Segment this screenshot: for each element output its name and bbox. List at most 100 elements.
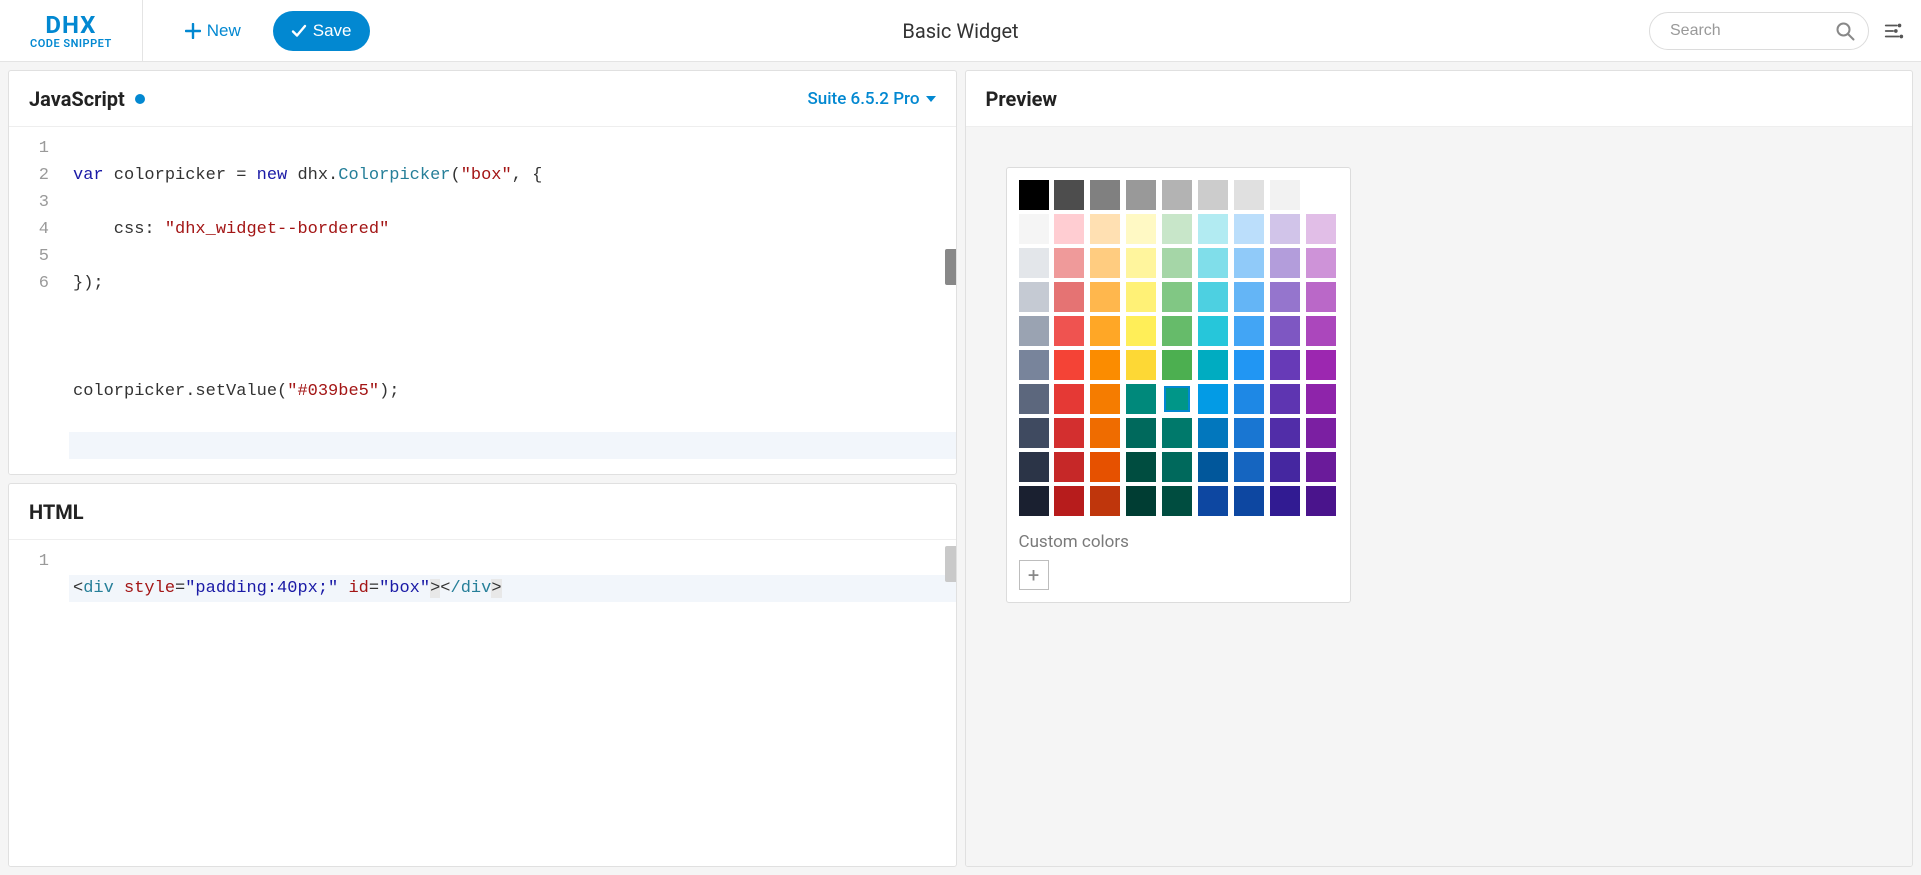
color-swatch[interactable]	[1306, 452, 1336, 482]
add-color-button[interactable]: +	[1019, 560, 1049, 590]
color-swatch[interactable]	[1198, 452, 1228, 482]
js-code[interactable]: var colorpicker = new dhx.Colorpicker("b…	[63, 127, 956, 474]
color-swatch[interactable]	[1306, 214, 1336, 244]
color-swatch[interactable]	[1162, 384, 1192, 414]
color-swatch[interactable]	[1198, 316, 1228, 346]
color-swatch[interactable]	[1090, 214, 1120, 244]
color-swatch[interactable]	[1234, 486, 1264, 516]
color-swatch[interactable]	[1054, 384, 1084, 414]
color-swatch[interactable]	[1126, 214, 1156, 244]
version-dropdown[interactable]: Suite 6.5.2 Pro	[807, 89, 935, 109]
color-swatch[interactable]	[1306, 316, 1336, 346]
color-swatch[interactable]	[1270, 350, 1300, 380]
color-swatch[interactable]	[1019, 350, 1049, 380]
color-swatch[interactable]	[1198, 248, 1228, 278]
panel-collapse-handle-icon[interactable]	[945, 249, 956, 285]
color-swatch[interactable]	[1306, 180, 1336, 210]
color-swatch[interactable]	[1234, 350, 1264, 380]
html-editor[interactable]: 1 <div style="padding:40px;" id="box"></…	[9, 540, 956, 866]
color-swatch[interactable]	[1234, 214, 1264, 244]
color-swatch[interactable]	[1019, 418, 1049, 448]
color-swatch[interactable]	[1019, 486, 1049, 516]
color-swatch[interactable]	[1270, 180, 1300, 210]
color-swatch[interactable]	[1019, 316, 1049, 346]
color-swatch[interactable]	[1198, 282, 1228, 312]
color-swatch[interactable]	[1090, 384, 1120, 414]
color-swatch[interactable]	[1306, 282, 1336, 312]
color-swatch[interactable]	[1054, 452, 1084, 482]
color-swatch[interactable]	[1019, 214, 1049, 244]
color-swatch[interactable]	[1090, 452, 1120, 482]
color-swatch[interactable]	[1162, 180, 1192, 210]
color-swatch[interactable]	[1198, 180, 1228, 210]
save-button[interactable]: Save	[273, 11, 370, 51]
color-swatch[interactable]	[1306, 350, 1336, 380]
color-swatch[interactable]	[1054, 248, 1084, 278]
new-button[interactable]: New	[167, 11, 259, 51]
color-swatch[interactable]	[1090, 316, 1120, 346]
color-swatch[interactable]	[1270, 486, 1300, 516]
color-swatch[interactable]	[1054, 282, 1084, 312]
color-swatch[interactable]	[1090, 418, 1120, 448]
color-swatch[interactable]	[1162, 350, 1192, 380]
color-swatch[interactable]	[1234, 384, 1264, 414]
color-swatch[interactable]	[1162, 316, 1192, 346]
color-swatch[interactable]	[1090, 350, 1120, 380]
color-swatch[interactable]	[1198, 418, 1228, 448]
color-swatch[interactable]	[1054, 316, 1084, 346]
color-swatch[interactable]	[1054, 350, 1084, 380]
color-swatch[interactable]	[1162, 214, 1192, 244]
color-swatch[interactable]	[1126, 282, 1156, 312]
color-swatch[interactable]	[1162, 486, 1192, 516]
color-swatch[interactable]	[1198, 384, 1228, 414]
color-swatch[interactable]	[1270, 248, 1300, 278]
color-swatch[interactable]	[1306, 486, 1336, 516]
color-swatch[interactable]	[1270, 418, 1300, 448]
color-swatch[interactable]	[1126, 486, 1156, 516]
color-swatch[interactable]	[1270, 384, 1300, 414]
color-swatch[interactable]	[1234, 452, 1264, 482]
color-swatch[interactable]	[1306, 418, 1336, 448]
color-swatch[interactable]	[1234, 180, 1264, 210]
color-swatch[interactable]	[1126, 180, 1156, 210]
color-swatch[interactable]	[1306, 248, 1336, 278]
color-swatch[interactable]	[1126, 248, 1156, 278]
color-swatch[interactable]	[1019, 180, 1049, 210]
color-swatch[interactable]	[1198, 350, 1228, 380]
color-swatch[interactable]	[1198, 486, 1228, 516]
color-swatch[interactable]	[1234, 316, 1264, 346]
color-swatch[interactable]	[1270, 282, 1300, 312]
color-swatch[interactable]	[1234, 418, 1264, 448]
color-swatch[interactable]	[1019, 452, 1049, 482]
color-swatch[interactable]	[1162, 452, 1192, 482]
color-swatch[interactable]	[1054, 180, 1084, 210]
color-swatch[interactable]	[1054, 486, 1084, 516]
color-swatch[interactable]	[1019, 384, 1049, 414]
settings-icon[interactable]	[1883, 20, 1905, 42]
color-swatch[interactable]	[1126, 384, 1156, 414]
color-swatch[interactable]	[1198, 214, 1228, 244]
color-swatch[interactable]	[1162, 248, 1192, 278]
color-swatch[interactable]	[1270, 452, 1300, 482]
color-swatch[interactable]	[1270, 316, 1300, 346]
color-swatch[interactable]	[1126, 316, 1156, 346]
color-swatch[interactable]	[1306, 384, 1336, 414]
color-swatch[interactable]	[1162, 282, 1192, 312]
color-swatch[interactable]	[1234, 282, 1264, 312]
color-swatch[interactable]	[1090, 486, 1120, 516]
color-swatch[interactable]	[1054, 418, 1084, 448]
panel-collapse-handle-icon[interactable]	[945, 546, 956, 582]
color-swatch[interactable]	[1234, 248, 1264, 278]
logo[interactable]: DHX CODE SNIPPET	[0, 0, 143, 61]
color-swatch[interactable]	[1162, 418, 1192, 448]
color-swatch[interactable]	[1019, 248, 1049, 278]
color-swatch[interactable]	[1090, 248, 1120, 278]
js-editor[interactable]: 1 2 3 4 5 6 var colorpicker = new dhx.Co…	[9, 127, 956, 474]
color-swatch[interactable]	[1090, 282, 1120, 312]
color-swatch[interactable]	[1126, 418, 1156, 448]
color-swatch[interactable]	[1270, 214, 1300, 244]
color-swatch[interactable]	[1090, 180, 1120, 210]
color-swatch[interactable]	[1126, 350, 1156, 380]
color-swatch[interactable]	[1126, 452, 1156, 482]
color-swatch[interactable]	[1054, 214, 1084, 244]
